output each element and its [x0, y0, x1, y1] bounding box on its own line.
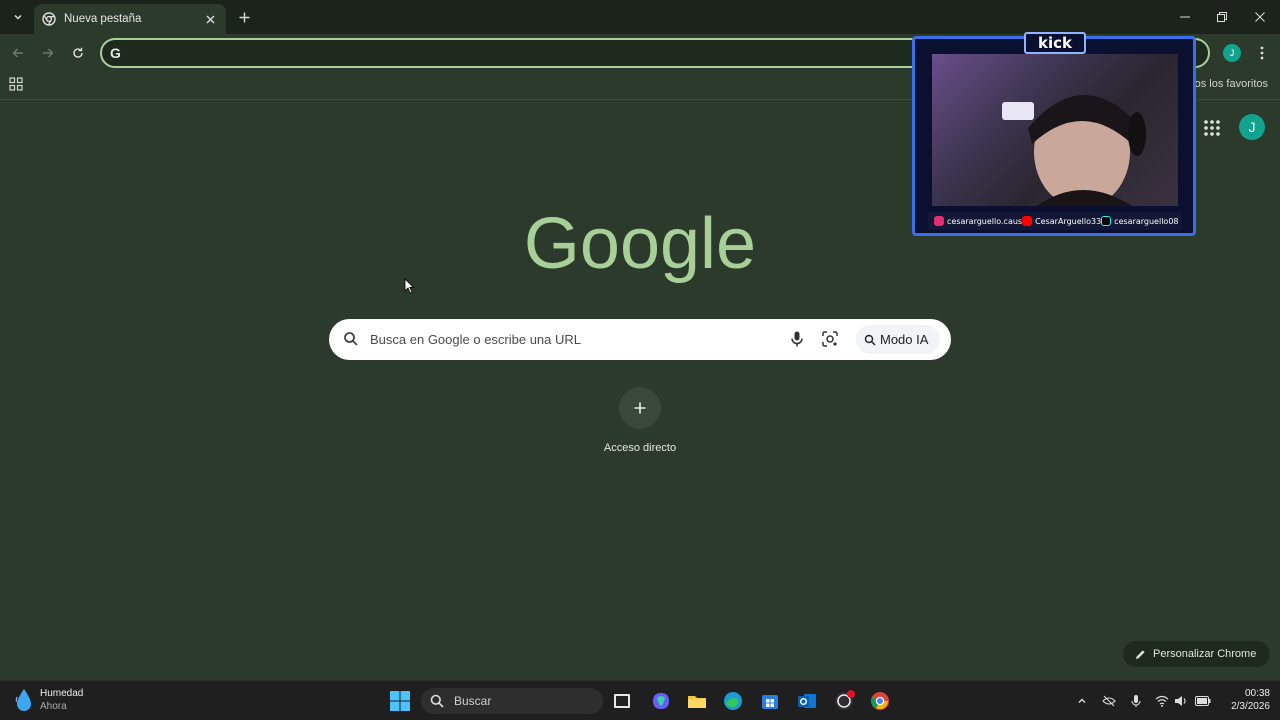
tiktok-handle: cesararguello08 — [1101, 216, 1179, 226]
windows-taskbar: Humedad Ahora Buscar 00:38 2/3/2026 — [0, 680, 1280, 720]
system-clock[interactable]: 00:38 2/3/2026 — [1214, 687, 1270, 713]
more-vert-icon — [1260, 46, 1264, 60]
ntp-search-box[interactable]: Busca en Google o escribe una URL Modo I… — [329, 319, 951, 360]
water-drop-icon — [15, 689, 31, 711]
add-shortcut-button[interactable] — [619, 387, 661, 429]
outlook-icon[interactable] — [796, 690, 818, 712]
weather-title: Humedad — [40, 688, 84, 699]
wifi-icon — [1155, 695, 1169, 707]
tiktok-handle-text: cesararguello08 — [1114, 216, 1179, 226]
ai-mode-button[interactable]: Modo IA — [856, 325, 941, 354]
chevron-down-icon — [14, 14, 22, 20]
battery-tray-button[interactable] — [1195, 693, 1211, 709]
instagram-handle-text: cesararguello.caus — [947, 216, 1023, 226]
plus-icon — [239, 12, 249, 22]
search-icon — [430, 694, 444, 708]
taskbar-search-label: Buscar — [454, 694, 492, 708]
edge-icon[interactable] — [722, 690, 744, 712]
webcam-video — [932, 54, 1178, 206]
minimize-button[interactable] — [1174, 6, 1196, 28]
minimize-icon — [1180, 16, 1190, 18]
microphone-icon[interactable] — [788, 330, 806, 348]
chrome-taskbar-icon[interactable] — [869, 690, 891, 712]
chrome-icon — [42, 12, 56, 26]
wifi-tray-button[interactable] — [1154, 693, 1170, 709]
youtube-icon — [1022, 216, 1033, 226]
forward-button[interactable] — [37, 42, 59, 64]
tab-close-button[interactable] — [202, 11, 218, 27]
task-view-icon[interactable] — [611, 690, 633, 712]
webcam-scene — [1002, 94, 1146, 206]
tab-strip: Nueva pestaña — [0, 0, 1280, 34]
google-logo: Google — [524, 204, 756, 284]
google-apps-icon[interactable] — [1202, 118, 1222, 138]
instagram-handle: cesararguello.caus — [934, 216, 1022, 226]
volume-icon — [1175, 696, 1186, 706]
back-button[interactable] — [7, 42, 29, 64]
logo-text: Google — [524, 204, 756, 284]
clock-time: 00:38 — [1244, 688, 1270, 699]
restore-button[interactable] — [1211, 6, 1233, 28]
copilot-icon[interactable] — [650, 690, 672, 712]
weather-widget[interactable]: Humedad Ahora — [14, 687, 83, 713]
google-g-icon: G — [110, 45, 121, 61]
tiktok-icon — [1101, 216, 1112, 226]
microphone-tray-button[interactable] — [1128, 693, 1144, 709]
ai-mode-label: Modo IA — [880, 332, 929, 347]
search-icon — [344, 332, 358, 346]
close-icon — [206, 15, 214, 23]
ai-search-icon — [864, 334, 876, 345]
youtube-handle-text: CesarArguello33 — [1035, 216, 1102, 226]
youtube-handle: CesarArguello33 — [1022, 216, 1101, 226]
shortcut-label: Acceso directo — [603, 442, 677, 454]
customize-chrome-button[interactable]: Personalizar Chrome — [1123, 641, 1271, 667]
chevron-up-icon — [1078, 698, 1086, 703]
eye-off-icon — [1102, 695, 1116, 707]
ntp-profile-avatar[interactable]: J — [1239, 114, 1265, 140]
file-explorer-icon[interactable] — [686, 690, 708, 712]
instagram-icon — [934, 216, 944, 226]
weather-subtitle: Ahora — [40, 701, 67, 712]
google-lens-icon[interactable] — [821, 330, 839, 348]
pencil-icon — [1136, 649, 1145, 659]
tab-search-button[interactable] — [8, 7, 28, 27]
tray-overflow-button[interactable] — [1074, 693, 1090, 709]
stream-webcam-overlay: kick cesararguello.caus CesarArguello33 … — [906, 32, 1202, 244]
taskbar-search[interactable]: Buscar — [421, 688, 603, 714]
plus-icon — [634, 402, 646, 414]
microphone-icon — [1131, 695, 1141, 707]
customize-chrome-label: Personalizar Chrome — [1153, 648, 1257, 660]
microsoft-store-icon[interactable] — [759, 690, 781, 712]
mouse-cursor-icon — [404, 278, 414, 294]
tab-title: Nueva pestaña — [64, 13, 142, 25]
clock-date: 2/3/2026 — [1231, 701, 1270, 712]
kick-logo: kick — [1024, 32, 1086, 54]
add-shortcut[interactable]: Acceso directo — [590, 387, 690, 457]
new-tab-button[interactable] — [234, 7, 254, 27]
profile-avatar[interactable]: J — [1223, 44, 1241, 62]
chrome-menu-button[interactable] — [1253, 43, 1271, 63]
reload-button[interactable] — [67, 42, 89, 64]
windows-start-icon[interactable] — [389, 690, 411, 712]
apps-grid-icon[interactable] — [9, 77, 23, 91]
restore-icon — [1217, 12, 1227, 22]
obs-studio-icon[interactable] — [833, 690, 855, 712]
reload-icon — [73, 47, 83, 58]
tray-hidden-icon[interactable] — [1101, 693, 1117, 709]
tab-nueva-pestana[interactable]: Nueva pestaña — [34, 4, 226, 34]
overlay-socials: cesararguello.caus CesarArguello33 cesar… — [928, 212, 1182, 230]
close-window-button[interactable] — [1249, 6, 1271, 28]
battery-charging-icon — [1195, 696, 1211, 706]
volume-tray-button[interactable] — [1173, 693, 1189, 709]
arrow-right-icon — [43, 48, 54, 58]
search-placeholder: Busca en Google o escribe una URL — [370, 332, 582, 347]
close-icon — [1255, 12, 1265, 22]
arrow-left-icon — [12, 48, 23, 58]
